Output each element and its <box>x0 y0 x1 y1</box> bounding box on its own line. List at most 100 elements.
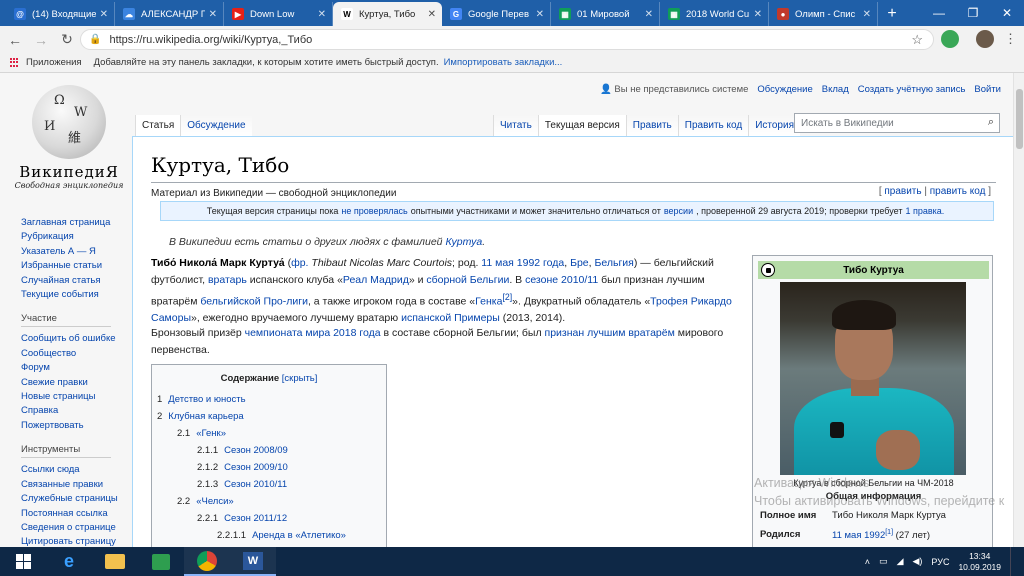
pending-edit-link[interactable]: 1 правка. <box>905 206 944 216</box>
menu-dots-icon[interactable]: ⋮ <box>1004 31 1017 47</box>
apps-link[interactable]: Приложения <box>26 57 82 68</box>
back-arrow-icon[interactable]: ← <box>4 29 26 51</box>
import-bookmarks-link[interactable]: Импортировать закладки... <box>444 57 563 68</box>
genk-link[interactable]: Генка <box>475 295 502 307</box>
toc-link[interactable]: Сезон 2010/11 <box>224 479 287 490</box>
toc-item[interactable]: 2.1 «Генк» <box>177 428 226 439</box>
toc-link[interactable]: «Челси» <box>196 496 233 507</box>
browser-tab[interactable]: ▦ 2018 World Cu ✕ <box>660 2 769 26</box>
close-tab-icon[interactable]: ✕ <box>209 9 217 20</box>
goalkeeper-link[interactable]: вратарь <box>208 274 247 286</box>
language-indicator[interactable]: РУС <box>931 557 949 567</box>
born-ref[interactable]: [1] <box>885 529 893 536</box>
toc-link[interactable]: Детство и юность <box>168 394 245 405</box>
sidebar-link[interactable]: Свежие правки <box>21 376 131 390</box>
page-scrollbar[interactable] <box>1013 73 1024 547</box>
sidebar-link[interactable]: Постоянная ссылка <box>21 507 131 521</box>
volume-icon[interactable]: ◀) <box>913 556 923 567</box>
toc-hide-link[interactable]: [скрыть] <box>282 373 318 384</box>
browser-tab[interactable]: W Куртуа, Тибо ✕ <box>333 2 442 26</box>
create-account-link[interactable]: Создать учётную запись <box>858 84 966 95</box>
url-text[interactable]: https://ru.wikipedia.org/wiki/Куртуа,_Ти… <box>109 34 312 46</box>
sidebar-link[interactable]: Ссылки сюда <box>21 463 131 477</box>
sidebar-link[interactable]: Связанные правки <box>21 478 131 492</box>
close-tab-icon[interactable]: ✕ <box>100 9 108 20</box>
wiki-tab[interactable]: Читать <box>493 115 538 137</box>
taskbar-ie[interactable]: e <box>46 547 92 576</box>
taskbar-chrome[interactable] <box>184 547 230 576</box>
wikipedia-logo[interactable]: Ω W И 維 ВикипедиЯ Свободная энциклопедия <box>14 85 124 190</box>
sidebar-link[interactable]: Заглавная страница <box>21 216 131 230</box>
toc-item[interactable]: 2.1.2 Сезон 2009/10 <box>197 462 288 473</box>
extension-icon[interactable] <box>941 30 959 48</box>
sidebar-link[interactable]: Сведения о странице <box>21 521 131 535</box>
contributions-link[interactable]: Вклад <box>822 84 849 95</box>
toc-item[interactable]: 2.1.1 Сезон 2008/09 <box>197 445 288 456</box>
close-tab-icon[interactable]: ✕ <box>536 9 544 20</box>
search-icon[interactable]: ⌕ <box>988 116 994 129</box>
sidebar-link[interactable]: Служебные страницы <box>21 492 131 506</box>
sidebar-link[interactable]: Указатель А — Я <box>21 245 131 259</box>
toc-link[interactable]: Аренда в «Атлетико» <box>252 530 346 541</box>
toc-link[interactable]: Сезон 2009/10 <box>224 462 288 473</box>
network-icon[interactable]: ◢ <box>897 556 904 567</box>
toc-link[interactable]: «Генк» <box>196 428 226 439</box>
sidebar-link[interactable]: Новые страницы <box>21 390 131 404</box>
taskbar-word[interactable]: W <box>230 547 276 576</box>
player-photo[interactable] <box>780 282 966 475</box>
sidebar-link[interactable]: Сообщить об ошибке <box>21 332 131 346</box>
talk-link[interactable]: Обсуждение <box>757 84 812 95</box>
hatnote-link[interactable]: Куртуа <box>445 236 482 248</box>
profile-avatar[interactable] <box>976 30 994 48</box>
league-link[interactable]: бельгийской Про-лиги <box>200 295 308 307</box>
reference-link[interactable]: [2] <box>502 292 512 302</box>
birth-date-link[interactable]: 11 мая 1992 года <box>481 257 564 269</box>
maximize-icon[interactable]: ❐ <box>956 0 990 26</box>
toc-item[interactable]: 2.2 «Челси» <box>177 496 234 507</box>
best-goalkeeper-link[interactable]: признан лучшим вратарём <box>545 327 675 339</box>
wiki-tab[interactable]: Текущая версия <box>537 115 626 137</box>
bookmark-star-icon[interactable]: ☆ <box>911 32 923 48</box>
close-tab-icon[interactable]: ✕ <box>863 9 871 20</box>
close-tab-icon[interactable]: ✕ <box>318 9 326 20</box>
toc-item[interactable]: 1 Детство и юность <box>157 394 246 405</box>
browser-tab[interactable]: G Google Перев ✕ <box>442 2 551 26</box>
address-bar[interactable]: 🔒 https://ru.wikipedia.org/wiki/Куртуа,_… <box>80 29 934 50</box>
sidebar-link[interactable]: Избранные статьи <box>21 259 131 273</box>
toc-link[interactable]: Сезон 2011/12 <box>224 513 287 524</box>
search-input[interactable]: Искать в Википедии ⌕ <box>794 113 1000 133</box>
toc-item[interactable]: 2.2.1.1 Аренда в «Атлетико» <box>217 530 346 541</box>
close-tab-icon[interactable]: ✕ <box>428 9 436 20</box>
browser-tab[interactable]: @ (14) Входящие ✕ <box>6 2 115 26</box>
new-tab-button[interactable]: + <box>878 2 906 26</box>
born-date-link[interactable]: 11 мая 1992 <box>832 530 885 541</box>
primera-link[interactable]: испанской Примеры <box>401 312 500 324</box>
toc-item[interactable]: 2.1.3 Сезон 2010/11 <box>197 479 287 490</box>
battery-icon[interactable]: ▭ <box>879 556 888 567</box>
show-desktop-button[interactable] <box>1010 547 1016 576</box>
clock[interactable]: 13:34 10.09.2019 <box>958 551 1001 573</box>
edit-code-link[interactable]: править код <box>930 186 986 197</box>
national-team-link[interactable]: сборной Бельгии <box>426 274 509 286</box>
sidebar-link[interactable]: Цитировать страницу <box>21 535 131 547</box>
wiki-tab[interactable]: История <box>748 115 800 137</box>
sidebar-link[interactable]: Случайная статья <box>21 274 131 288</box>
login-link[interactable]: Войти <box>974 84 1001 95</box>
world-cup-link[interactable]: чемпионата мира 2018 года <box>245 327 381 339</box>
browser-tab[interactable]: ☁ АЛЕКСАНДР Г ✕ <box>115 2 224 26</box>
sidebar-link[interactable]: Справка <box>21 404 131 418</box>
browser-tab[interactable]: ▦ 01 Мировой ✕ <box>551 2 660 26</box>
apps-grid-icon[interactable] <box>10 57 20 68</box>
club-link[interactable]: Реал Мадрид <box>343 274 409 286</box>
browser-tab[interactable]: ▶ Down Low ✕ <box>224 2 333 26</box>
start-button[interactable] <box>0 547 46 576</box>
reload-icon[interactable]: ↻ <box>56 29 78 51</box>
sidebar-link[interactable]: Пожертвовать <box>21 419 131 433</box>
close-tab-icon[interactable]: ✕ <box>645 9 653 20</box>
edit-link[interactable]: править <box>884 186 921 197</box>
tray-arrow-icon[interactable]: ˄ <box>865 557 870 567</box>
country-link[interactable]: Бельгия <box>595 257 634 269</box>
sidebar-link[interactable]: Рубрикация <box>21 230 131 244</box>
browser-tab[interactable]: ● Олимп - Спис ✕ <box>769 2 878 26</box>
wiki-tab[interactable]: Править <box>625 115 678 137</box>
